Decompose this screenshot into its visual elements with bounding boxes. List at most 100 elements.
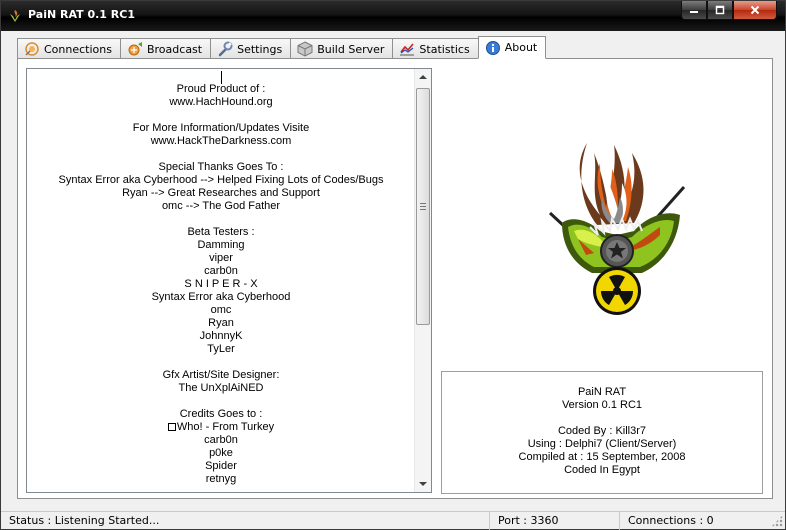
about-line-text: Syntax Error aka Cyberhood --> Helped Fi…: [58, 174, 384, 186]
scroll-up-button[interactable]: [415, 69, 431, 85]
tab-statistics[interactable]: Statistics: [392, 38, 479, 59]
about-line-text: TyLer: [207, 343, 235, 355]
coded-by: Coded By : Kill3r7: [557, 425, 647, 437]
about-line-text: Ryan: [208, 317, 234, 329]
about-line-text: S N I P E R - X: [184, 278, 258, 290]
chart-icon: [400, 43, 415, 56]
port-status: Port : 3360: [490, 512, 620, 530]
about-line-text: Special Thanks Goes To :: [158, 161, 284, 173]
pain-rat-logo-icon: [548, 143, 686, 315]
about-line: Ryan: [27, 317, 415, 330]
tab-build-server[interactable]: Build Server: [290, 38, 394, 59]
about-line: [27, 395, 415, 408]
scroll-down-button[interactable]: [415, 476, 431, 492]
tab-broadcast[interactable]: Broadcast: [119, 38, 212, 59]
about-line: Special Thanks Goes To :: [27, 161, 415, 174]
about-line: TyLer: [27, 343, 415, 356]
tab-settings[interactable]: Settings: [210, 38, 292, 59]
about-line: Credits Goes to :: [27, 408, 415, 421]
about-line-text: Who! - From Turkey: [176, 421, 275, 433]
about-line: [27, 109, 415, 122]
about-line-text: The UnXplAiNED: [178, 382, 264, 394]
about-line: Proud Product of :: [27, 83, 415, 96]
minimize-button[interactable]: [681, 1, 707, 20]
about-line-text: For More Information/Updates Visite: [132, 122, 310, 134]
scroll-thumb[interactable]: [416, 88, 430, 325]
about-line: omc --> The God Father: [27, 200, 415, 213]
app-name: PaiN RAT: [577, 386, 627, 398]
about-line-text: JohnnyK: [199, 330, 243, 342]
about-line: [27, 356, 415, 369]
tab-label: Statistics: [419, 42, 470, 56]
about-line-text: Syntax Error aka Cyberhood: [151, 291, 291, 303]
app-window: PaiN RAT 0.1 RC1 Connections Broadcast S…: [0, 0, 786, 530]
about-line: www.HachHound.org: [27, 96, 415, 109]
connections-icon: [25, 42, 39, 56]
unknown-char-icon: [167, 423, 176, 431]
about-text-lines: Proud Product of : www.HachHound.org For M…: [27, 83, 415, 486]
close-icon: [750, 5, 760, 15]
minimize-icon: [690, 11, 698, 13]
about-line-text: Credits Goes to :: [179, 408, 263, 420]
about-line-text: Proud Product of :: [176, 83, 266, 95]
origin: Coded In Egypt: [564, 464, 640, 476]
about-line: Gfx Artist/Site Designer:: [27, 369, 415, 382]
about-line: For More Information/Updates Visite: [27, 122, 415, 135]
about-line-text: omc: [210, 304, 232, 316]
close-button[interactable]: [733, 1, 777, 20]
about-line: Syntax Error aka Cyberhood: [27, 291, 415, 304]
about-line-text: Ryan --> Great Researches and Support: [122, 187, 320, 199]
about-line-text: carb0n: [204, 265, 238, 277]
maximize-icon: [715, 5, 725, 15]
about-line: Beta Testers :: [27, 226, 415, 239]
about-line-text: Spider: [205, 460, 237, 472]
about-line-text: retnyg: [205, 473, 237, 485]
about-line-text: www.HachHound.org: [169, 96, 273, 108]
about-line-text: www.HackTheDarkness.com: [150, 135, 292, 147]
resize-grip-icon[interactable]: [771, 515, 783, 527]
about-line: S N I P E R - X: [27, 278, 415, 291]
about-line-text: carb0n: [204, 434, 238, 446]
about-line-text: Gfx Artist/Site Designer:: [162, 369, 280, 381]
tab-label: Settings: [237, 42, 283, 56]
broadcast-icon: [128, 42, 142, 56]
title-bar[interactable]: PaiN RAT 0.1 RC1: [1, 1, 785, 31]
about-line: [27, 148, 415, 161]
about-line: retnyg: [27, 473, 415, 486]
app-version: Version 0.1 RC1: [561, 399, 643, 411]
window-title: PaiN RAT 0.1 RC1: [28, 8, 135, 21]
about-line: carb0n: [27, 434, 415, 447]
about-line: JohnnyK: [27, 330, 415, 343]
about-line: Who! - From Turkey: [27, 421, 415, 434]
info-icon: [485, 40, 500, 55]
tab-label: Broadcast: [146, 42, 203, 56]
app-info-box: PaiN RAT Version 0.1 RC1 Coded By : Kill…: [441, 371, 763, 494]
about-line: The UnXplAiNED: [27, 382, 415, 395]
app-logo-icon: [10, 10, 20, 22]
about-text-area[interactable]: Proud Product of : www.HachHound.org For M…: [26, 68, 432, 493]
tab-connections[interactable]: Connections: [17, 38, 121, 59]
about-line-text: omc --> The God Father: [161, 200, 281, 212]
about-line: viper: [27, 252, 415, 265]
tab-label: About: [504, 41, 538, 54]
tab-label: Build Server: [317, 42, 385, 56]
about-line: www.HackTheDarkness.com: [27, 135, 415, 148]
about-panel: Proud Product of : www.HachHound.org For M…: [17, 58, 773, 499]
box-icon: [297, 41, 313, 57]
maximize-button[interactable]: [707, 1, 733, 20]
chevron-down-icon: [419, 482, 427, 486]
about-line: carb0n: [27, 265, 415, 278]
status-text: Status : Listening Started...: [1, 512, 490, 530]
chevron-up-icon: [419, 75, 427, 79]
about-line-text: viper: [209, 252, 233, 264]
vertical-scrollbar[interactable]: [414, 69, 431, 492]
wrench-icon: [218, 41, 233, 57]
about-line-text: Beta Testers :: [187, 226, 255, 238]
tab-about[interactable]: About: [477, 36, 547, 59]
about-line-text: Damming: [197, 239, 245, 251]
about-line: Syntax Error aka Cyberhood --> Helped Fi…: [27, 174, 415, 187]
about-line: Damming: [27, 239, 415, 252]
window-controls: [681, 1, 777, 20]
compile-date: Compiled at : 15 September, 2008: [518, 451, 686, 463]
